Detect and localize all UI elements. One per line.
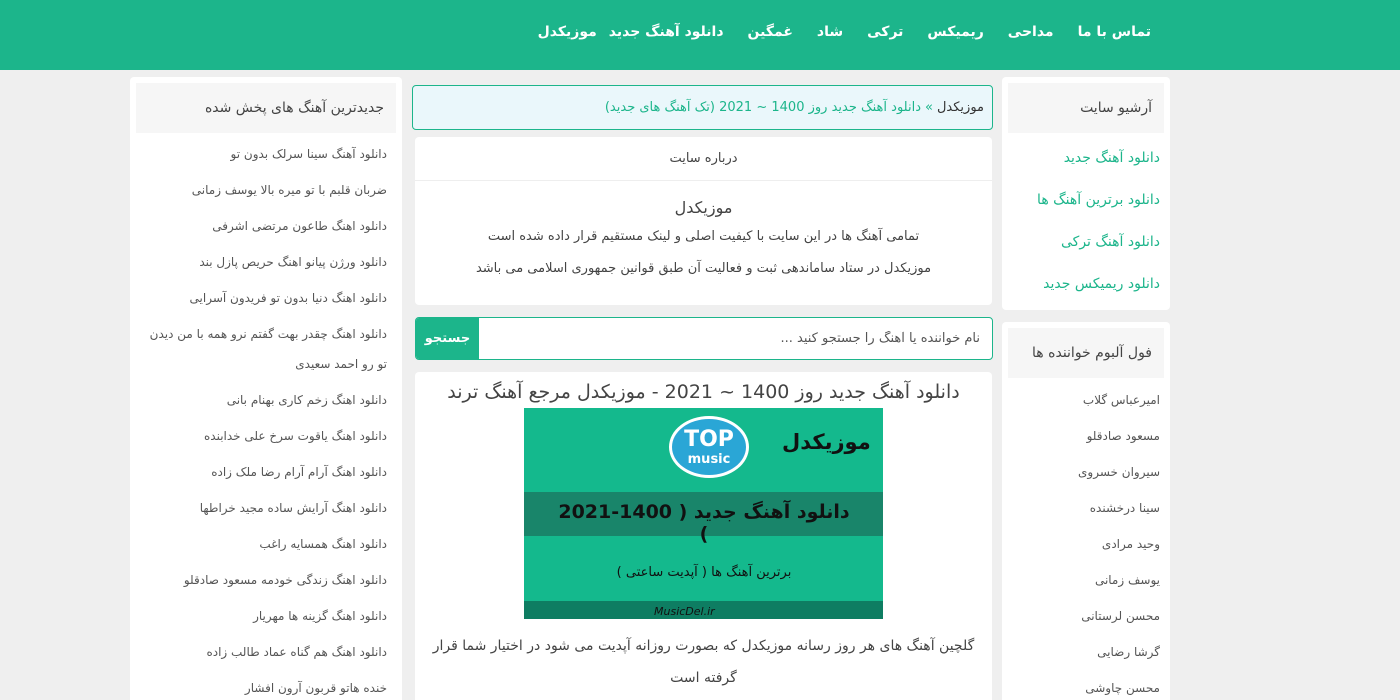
- about-heading: درباره سایت: [415, 137, 992, 181]
- breadcrumb-home-link[interactable]: موزیکدل: [937, 100, 984, 115]
- latest-song-link[interactable]: دانلود اهنگ طاعون مرتضی اشرفی: [140, 211, 387, 247]
- nav-remix[interactable]: ریمیکس: [915, 0, 995, 64]
- search-button[interactable]: جستجو: [416, 318, 479, 359]
- nav-new-songs[interactable]: دانلود آهنگ جدید: [597, 0, 736, 64]
- banner-main-text: دانلود آهنگ جدید ( 1400-2021 ): [558, 501, 850, 545]
- latest-songs-title: جدیدترین آهنگ های پخش شده: [136, 83, 396, 133]
- post-description: گلچین آهنگ های هر روز رسانه موزیکدل که ب…: [432, 638, 975, 686]
- archive-list: دانلود آهنگ جدید دانلود برترین آهنگ ها د…: [1002, 133, 1170, 305]
- search-input[interactable]: [478, 318, 992, 359]
- latest-song-link[interactable]: دانلود اهنگ آرایش ساده مجید خراطها: [140, 493, 387, 529]
- album-artist-link[interactable]: محسن لرستانی: [1002, 598, 1160, 634]
- album-artist-link[interactable]: سینا درخشنده: [1002, 490, 1160, 526]
- archive-link-remix[interactable]: دانلود ریمیکس جدید: [1043, 276, 1160, 292]
- nav-home[interactable]: موزیکدل: [526, 0, 597, 64]
- album-artist-link[interactable]: سیروان خسروی: [1002, 454, 1160, 490]
- nav-maddahi[interactable]: مداحی: [996, 0, 1066, 64]
- albums-box: فول آلبوم خواننده ها امیرعباس گلاب مسعود…: [1002, 322, 1170, 700]
- latest-song-link[interactable]: دانلود اهنگ آرام آرام رضا ملک زاده: [140, 457, 387, 493]
- post-card: دانلود آهنگ جدید روز 1400 ~ 2021 - موزیک…: [415, 372, 992, 700]
- latest-song-link[interactable]: دانلود آهنگ سینا سرلک بدون تو: [140, 139, 387, 175]
- archive-box: آرشیو سایت دانلود آهنگ جدید دانلود برتری…: [1002, 77, 1170, 310]
- archive-link-turkish[interactable]: دانلود آهنگ ترکی: [1061, 234, 1160, 250]
- latest-song-link[interactable]: دانلود ورژن پیانو اهنگ حریص پازل بند: [140, 247, 387, 283]
- top-navbar: موزیکدل دانلود آهنگ جدید غمگین شاد ترکی …: [0, 0, 1400, 70]
- latest-song-link[interactable]: خنده هاتو قربون آرون افشار: [140, 673, 387, 700]
- banner-brand: موزیکدل: [782, 430, 871, 454]
- logo-bottom-text: music: [687, 452, 731, 467]
- about-line-2: موزیکدل در ستاد ساماندهی ثبت و فعالیت آن…: [475, 261, 932, 276]
- latest-songs-list: دانلود آهنگ سینا سرلک بدون تو ضربان قلبم…: [130, 133, 402, 700]
- nav-happy[interactable]: شاد: [805, 0, 855, 64]
- latest-song-link[interactable]: ضربان قلبم با تو میره بالا یوسف زمانی: [140, 175, 387, 211]
- album-artist-link[interactable]: گرشا رضایی: [1002, 634, 1160, 670]
- album-artist-link[interactable]: امیرعباس گلاب: [1002, 382, 1160, 418]
- list-item: دانلود آهنگ جدید: [1002, 137, 1160, 179]
- latest-song-link[interactable]: دانلود اهنگ یاقوت سرخ علی خدابنده: [140, 421, 387, 457]
- about-box: درباره سایت موزیکدل تمامی آهنگ ها در این…: [415, 137, 992, 305]
- post-banner-image[interactable]: TOP music موزیکدل دانلود آهنگ جدید ( 140…: [524, 408, 883, 619]
- album-artist-link[interactable]: مسعود صادقلو: [1002, 418, 1160, 454]
- latest-song-link[interactable]: دانلود اهنگ دنیا بدون تو فریدون آسرایی: [140, 283, 387, 319]
- album-artist-link[interactable]: وحید مرادی: [1002, 526, 1160, 562]
- latest-songs-box: جدیدترین آهنگ های پخش شده دانلود آهنگ سی…: [130, 77, 402, 700]
- albums-title: فول آلبوم خواننده ها: [1008, 328, 1164, 378]
- latest-song-link[interactable]: دانلود اهنگ هم گناه عماد طالب زاده: [140, 637, 387, 673]
- latest-song-link[interactable]: دانلود اهنگ زخم کاری بهنام بانی: [140, 385, 387, 421]
- about-site-name: موزیکدل: [674, 198, 733, 217]
- list-item: دانلود ریمیکس جدید: [1002, 263, 1160, 305]
- search-form: جستجو: [415, 317, 993, 360]
- breadcrumb: موزیکدل » دانلود آهنگ جدید روز 1400 ~ 2021…: [412, 85, 993, 130]
- latest-song-link[interactable]: دانلود اهنگ زندگی خودمه مسعود صادقلو: [140, 565, 387, 601]
- nav-sad[interactable]: غمگین: [736, 0, 805, 64]
- archive-title: آرشیو سایت: [1008, 83, 1164, 133]
- latest-song-link[interactable]: دانلود اهنگ گزینه ها مهریار: [140, 601, 387, 637]
- album-artist-link[interactable]: یوسف زمانی: [1002, 562, 1160, 598]
- albums-list: امیرعباس گلاب مسعود صادقلو سیروان خسروی …: [1002, 378, 1170, 700]
- archive-link-new-songs[interactable]: دانلود آهنگ جدید: [1064, 150, 1160, 166]
- list-item: دانلود برترین آهنگ ها: [1002, 179, 1160, 221]
- about-line-1: تمامی آهنگ ها در این سایت با کیفیت اصلی …: [487, 229, 920, 244]
- nav-turkish[interactable]: ترکی: [855, 0, 915, 64]
- archive-link-top-songs[interactable]: دانلود برترین آهنگ ها: [1037, 192, 1160, 208]
- banner-url: MusicDel.ir: [654, 605, 715, 618]
- logo-top-text: TOP: [684, 427, 734, 452]
- breadcrumb-separator: »: [925, 100, 933, 115]
- banner-sub-text: برترین آهنگ ها ( آپدیت ساعتی ): [616, 565, 792, 580]
- list-item: دانلود آهنگ ترکی: [1002, 221, 1160, 263]
- post-title[interactable]: دانلود آهنگ جدید روز 1400 ~ 2021 - موزیک…: [415, 372, 992, 412]
- top-music-logo: TOP music: [669, 416, 749, 478]
- album-artist-link[interactable]: محسن چاوشی: [1002, 670, 1160, 700]
- main-nav: موزیکدل دانلود آهنگ جدید غمگین شاد ترکی …: [526, 0, 1163, 64]
- nav-contact[interactable]: تماس با ما: [1066, 0, 1163, 64]
- latest-song-link[interactable]: دانلود اهنگ چقدر بهت گفتم نرو همه با من …: [140, 319, 387, 385]
- latest-song-link[interactable]: دانلود اهنگ همسایه راغب: [140, 529, 387, 565]
- breadcrumb-current: دانلود آهنگ جدید روز 1400 ~ 2021 (تک آهن…: [604, 100, 921, 115]
